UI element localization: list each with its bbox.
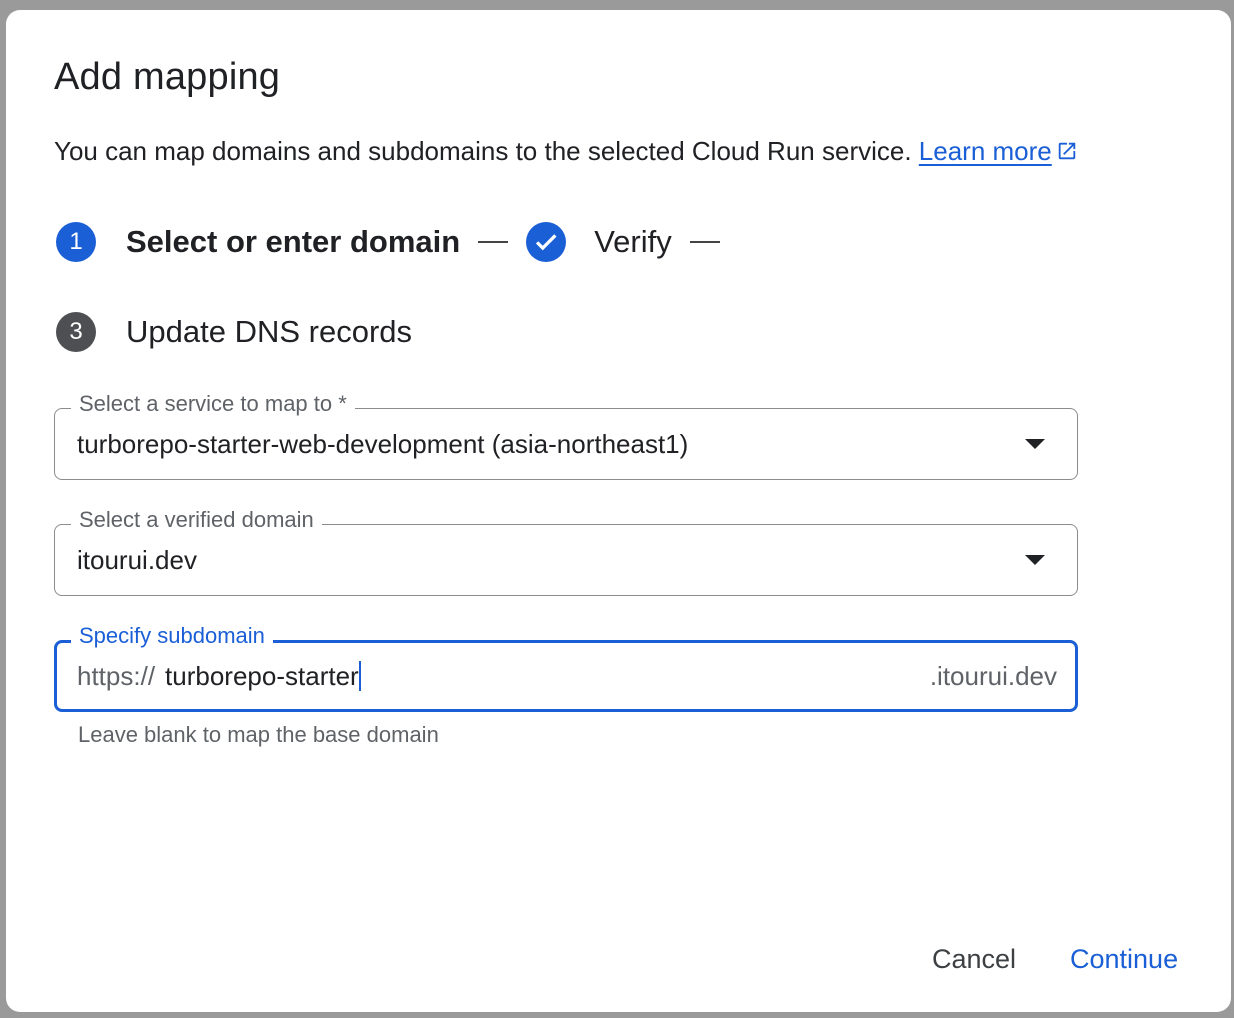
dialog-description: You can map domains and subdomains to th… <box>54 136 1078 169</box>
dialog-title: Add mapping <box>54 56 281 98</box>
dropdown-arrow-icon[interactable] <box>1025 439 1045 449</box>
subdomain-hint: Leave blank to map the base domain <box>78 722 439 747</box>
step-2-label: Verify <box>594 224 672 259</box>
step-3-number: 3 <box>69 318 83 345</box>
subdomain-prefix: https:// <box>77 661 156 691</box>
learn-more-label: Learn more <box>918 136 1052 166</box>
step-separator <box>689 241 720 243</box>
text-caret <box>358 661 361 691</box>
add-mapping-dialog: Add mapping You can map domains and subd… <box>6 10 1231 1012</box>
stepper-row-2: 3 Update DNS records <box>56 312 412 352</box>
step-1-indicator: 1 <box>56 222 96 262</box>
service-select-value: turborepo-starter-web-development (asia-… <box>77 429 689 459</box>
domain-select[interactable]: Select a verified domain itourui.dev <box>54 507 1078 596</box>
step-3-label: Update DNS records <box>126 314 413 349</box>
service-select-label: Select a service to map to * <box>71 391 355 417</box>
subdomain-typed-text[interactable]: turborepo-starter <box>165 661 359 691</box>
checkmark-icon <box>526 222 567 262</box>
step-1-number: 1 <box>69 228 83 255</box>
domain-select-value: itourui.dev <box>77 545 197 575</box>
subdomain-input-label: Specify subdomain <box>71 623 273 649</box>
stepper-row-1: 1 Select or enter domain Verify <box>56 222 738 262</box>
external-link-icon[interactable] <box>1056 138 1078 169</box>
step-1-label: Select or enter domain <box>126 224 461 259</box>
step-separator <box>478 241 509 243</box>
learn-more-link[interactable]: Learn more <box>919 136 1052 166</box>
dropdown-arrow-icon[interactable] <box>1025 555 1045 565</box>
subdomain-suffix: .itourui.dev <box>929 661 1057 691</box>
service-select[interactable]: Select a service to map to * turborepo-s… <box>54 391 1078 480</box>
subdomain-input-value[interactable]: https:// turborepo-starter <box>77 661 361 692</box>
cancel-button[interactable]: Cancel <box>932 944 1016 975</box>
continue-button[interactable]: Continue <box>1070 944 1178 975</box>
description-text: You can map domains and subdomains to th… <box>54 136 912 166</box>
step-3-indicator: 3 <box>56 312 96 352</box>
subdomain-input[interactable]: Specify subdomain https:// turborepo-star… <box>54 623 1078 712</box>
domain-select-label: Select a verified domain <box>71 507 322 533</box>
